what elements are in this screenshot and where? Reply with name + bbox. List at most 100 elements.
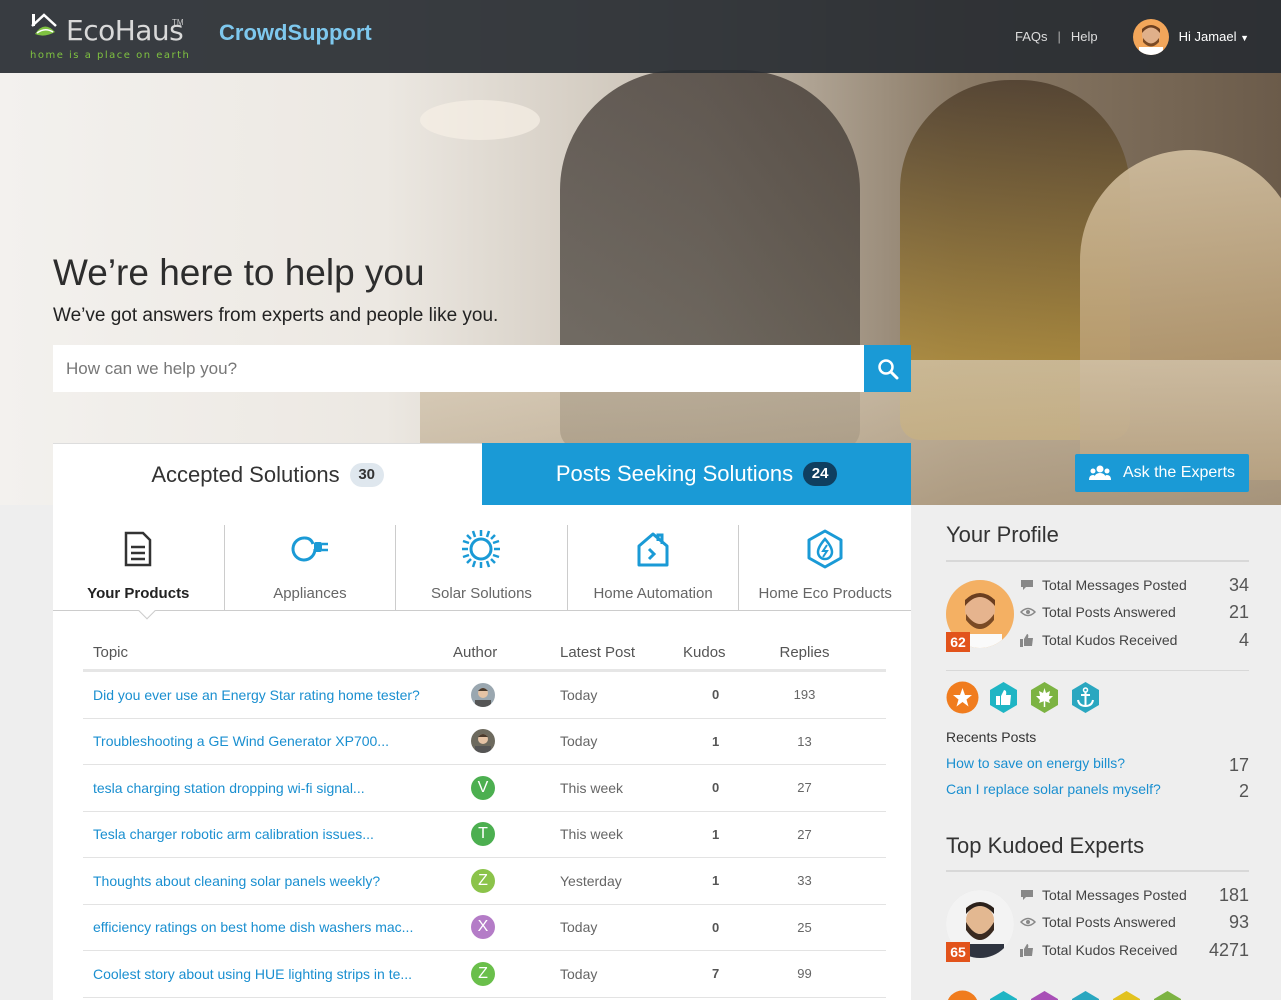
header-kudos[interactable]: Kudos	[663, 644, 743, 661]
speech-bubble-icon	[1021, 890, 1033, 900]
hero-photo-lamp	[420, 100, 540, 140]
chevron-down-icon: ▼	[1240, 33, 1249, 43]
author-avatar[interactable]: X	[471, 915, 495, 940]
topic-link[interactable]: Thoughts about cleaning solar panels wee…	[83, 873, 453, 889]
author-cell: T	[453, 822, 548, 847]
category-divider	[53, 610, 911, 611]
recent-post-link[interactable]: Can I replace solar panels myself?	[946, 781, 1161, 802]
house-leaf-logo-icon	[31, 13, 57, 36]
help-link[interactable]: Help	[1071, 29, 1098, 44]
ecohaus-logo[interactable]: EcoHaus TM home is a place on earth	[30, 12, 190, 62]
author-avatar[interactable]	[471, 729, 495, 754]
stat-label: Total Messages Posted	[1042, 887, 1187, 903]
table-row[interactable]: tesla charging station dropping wi-fi si…	[83, 765, 886, 812]
replies-count: 25	[797, 919, 812, 935]
expert-badge[interactable]	[1028, 990, 1061, 1000]
recent-post-link[interactable]: How to save on energy bills?	[946, 755, 1125, 776]
eye-icon	[1020, 607, 1036, 617]
topic-link[interactable]: Troubleshooting a GE Wind Generator XP70…	[83, 733, 453, 749]
topics-table: Topic Author Latest Post Kudos Replies D…	[83, 635, 886, 998]
table-row[interactable]: Did you ever use an Energy Star rating h…	[83, 672, 886, 719]
tab-posts-seeking-solutions[interactable]: Posts Seeking Solutions 24	[482, 443, 911, 505]
kudos-count: 0	[712, 919, 720, 935]
thumbs-up-icon	[1020, 633, 1033, 647]
replies-count: 33	[797, 873, 812, 889]
category-solar-solutions[interactable]: Solar Solutions	[396, 525, 568, 610]
eco-drop-icon	[807, 529, 843, 569]
header-topic[interactable]: Topic	[83, 644, 453, 661]
search-icon	[877, 358, 898, 379]
table-row[interactable]: Coolest story about using HUE lighting s…	[83, 951, 886, 998]
search-button[interactable]	[864, 345, 911, 392]
logo-tagline: home is a place on earth	[30, 50, 191, 61]
topic-link[interactable]: tesla charging station dropping wi-fi si…	[83, 780, 453, 796]
kudos-count: 1	[712, 733, 720, 749]
badge-icon	[990, 991, 1017, 1000]
topic-link[interactable]: Coolest story about using HUE lighting s…	[83, 966, 453, 982]
category-home-eco-products[interactable]: Home Eco Products	[739, 525, 911, 610]
brand-title[interactable]: CrowdSupport	[219, 20, 372, 46]
tab-count-badge: 30	[349, 462, 384, 487]
table-row[interactable]: Tesla charger robotic arm calibration is…	[83, 812, 886, 858]
table-row[interactable]: Troubleshooting a GE Wind Generator XP70…	[83, 719, 886, 765]
badge-icon	[1113, 991, 1140, 1000]
tab-label: Accepted Solutions	[151, 461, 340, 487]
latest-post: Today	[560, 919, 598, 936]
badge-anchor[interactable]	[1069, 681, 1102, 714]
stat-value: 4271	[1208, 939, 1249, 960]
badge-icon	[1072, 991, 1099, 1000]
topic-link[interactable]: efficiency ratings on best home dish was…	[83, 919, 453, 935]
faqs-link[interactable]: FAQs	[1015, 29, 1048, 44]
user-menu[interactable]: Hi Jamael ▼	[1179, 29, 1249, 44]
badge-star[interactable]	[946, 681, 979, 714]
stat-label: Total Kudos Received	[1042, 942, 1178, 958]
latest-post: This week	[560, 826, 624, 843]
stat-value: 181	[1218, 884, 1249, 905]
category-label: Appliances	[273, 585, 347, 602]
table-row[interactable]: efficiency ratings on best home dish was…	[83, 905, 886, 951]
author-avatar[interactable]	[471, 682, 495, 707]
your-profile-title: Your Profile	[946, 522, 1059, 547]
author-initial: V	[477, 778, 489, 796]
header-latest-post[interactable]: Latest Post	[548, 644, 663, 661]
topic-link[interactable]: Tesla charger robotic arm calibration is…	[83, 826, 453, 842]
stat-value: 34	[1228, 574, 1249, 595]
category-appliances[interactable]: Appliances	[225, 525, 397, 610]
user-avatar[interactable]	[1132, 18, 1169, 55]
badge-leaf[interactable]	[1028, 681, 1061, 714]
kudos-count: 1	[712, 826, 720, 842]
author-avatar[interactable]: Z	[471, 961, 495, 986]
header-author[interactable]: Author	[453, 644, 548, 661]
tab-accepted-solutions[interactable]: Accepted Solutions 30	[53, 443, 482, 505]
author-avatar[interactable]: Z	[471, 868, 495, 893]
category-home-automation[interactable]: Home Automation	[568, 525, 740, 610]
category-your-products[interactable]: Your Products	[53, 525, 225, 610]
table-row[interactable]: Thoughts about cleaning solar panels wee…	[83, 858, 886, 905]
replies-count: 99	[797, 966, 812, 982]
expert-badge[interactable]	[1151, 990, 1184, 1000]
logo-trademark: TM	[172, 18, 184, 27]
author-avatar[interactable]: V	[471, 775, 495, 800]
badge-thumbs-up[interactable]	[987, 681, 1020, 714]
expert-badge[interactable]	[1069, 990, 1102, 1000]
expert-badge[interactable]	[946, 990, 979, 1000]
category-label: Your Products	[87, 585, 190, 602]
stat-kudos-received: Total Kudos Received 4	[1020, 630, 1249, 650]
expert-badge[interactable]	[1110, 990, 1143, 1000]
search-input[interactable]	[53, 345, 864, 392]
recent-post-item: Can I replace solar panels myself? 2	[946, 781, 1249, 802]
stat-kudos-received: Total Kudos Received 4271	[1020, 940, 1249, 960]
ask-the-experts-button[interactable]: Ask the Experts	[1075, 454, 1249, 492]
author-avatar[interactable]: T	[471, 822, 495, 847]
experts-rule	[946, 870, 1249, 872]
header-replies[interactable]: Replies	[743, 644, 866, 661]
speech-bubble-icon	[1021, 580, 1033, 590]
expert-badge[interactable]	[987, 990, 1020, 1000]
sun-icon	[462, 530, 501, 568]
replies-count: 193	[793, 687, 816, 703]
author-initial: Z	[478, 964, 488, 982]
ask-button-label: Ask the Experts	[1122, 464, 1236, 481]
topic-link[interactable]: Did you ever use an Energy Star rating h…	[83, 687, 453, 703]
search-bar	[53, 345, 911, 392]
kudos-count: 0	[712, 780, 720, 796]
